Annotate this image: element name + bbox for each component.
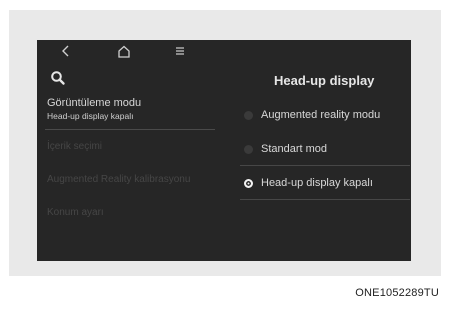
ar-calibration-item[interactable]: Augmented Reality kalibrasyonu <box>45 163 215 196</box>
top-bar <box>37 40 411 62</box>
option-label: Augmented reality modu <box>261 109 381 121</box>
radio-button[interactable] <box>244 110 253 120</box>
menu-icon[interactable] <box>169 42 191 60</box>
option-label: Standart mod <box>261 143 328 155</box>
back-arrow-icon[interactable] <box>55 42 77 60</box>
mode-options: Augmented reality modu Standart mod Head… <box>240 98 410 200</box>
search-icon[interactable] <box>50 70 68 88</box>
divider <box>240 199 410 200</box>
infotainment-screen: Head-up display Görüntüleme modu Head-up… <box>37 40 411 261</box>
option-label: Head-up display kapalı <box>261 177 373 189</box>
option-hud-off[interactable]: Head-up display kapalı <box>240 166 410 200</box>
radio-button[interactable] <box>244 144 253 154</box>
settings-menu: Görüntüleme modu Head-up display kapalı … <box>45 96 215 229</box>
option-augmented-reality[interactable]: Augmented reality modu <box>240 98 410 132</box>
divider <box>45 129 215 130</box>
radio-button-selected[interactable] <box>244 178 253 188</box>
display-mode-item[interactable]: Görüntüleme modu Head-up display kapalı <box>45 96 215 130</box>
display-mode-value: Head-up display kapalı <box>47 111 134 121</box>
content-selection-item[interactable]: İçerik seçimi <box>45 130 215 163</box>
page-title: Head-up display <box>274 73 375 88</box>
position-setting-item[interactable]: Konum ayarı <box>45 196 215 229</box>
figure-code: ONE1052289TU <box>355 287 439 299</box>
home-icon[interactable] <box>113 42 135 60</box>
display-mode-label: Görüntüleme modu <box>47 97 142 109</box>
option-standard[interactable]: Standart mod <box>240 132 410 166</box>
